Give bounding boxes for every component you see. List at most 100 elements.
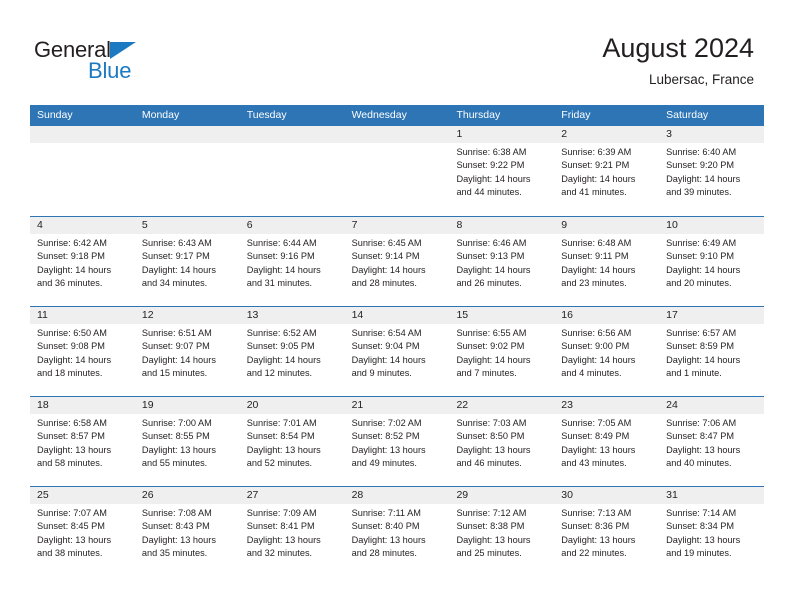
calendar-day-cell[interactable]: 9 Sunrise: 6:48 AM Sunset: 9:11 PM Daylight…	[554, 217, 660, 306]
calendar-week-row: 11 Sunrise: 6:50 AM Sunset: 9:08 PM Dayligh…	[30, 306, 765, 396]
sunrise-text: Sunrise: 6:43 AM	[141, 238, 212, 248]
daylight-text: Daylight: 14 hours and 18 minutes.	[37, 354, 112, 379]
calendar-day-cell[interactable]: 24 Sunrise: 7:06 AM Sunset: 8:47 PM Dayligh…	[659, 397, 765, 486]
calendar-day-cell[interactable]: 18 Sunrise: 6:58 AM Sunset: 8:57 PM Dayligh…	[30, 397, 135, 486]
day-sun-info: Sunrise: 7:11 AM Sunset: 8:40 PM Daylight:…	[345, 504, 450, 561]
calendar-day-cell[interactable]: 7 Sunrise: 6:45 AM Sunset: 9:14 PM Daylight…	[344, 217, 450, 306]
calendar-day-cell[interactable]: 2 Sunrise: 6:39 AM Sunset: 9:21 PM Daylight…	[554, 126, 660, 216]
day-sun-info: Sunrise: 6:40 AM Sunset: 9:20 PM Daylight:…	[659, 143, 764, 200]
daylight-text: Daylight: 13 hours and 40 minutes.	[666, 444, 741, 469]
sunrise-text: Sunrise: 6:46 AM	[456, 238, 527, 248]
sunset-text: Sunset: 9:22 PM	[456, 160, 525, 171]
day-number: 16	[554, 307, 660, 324]
sunset-text: Sunset: 9:10 PM	[666, 251, 735, 262]
sunset-text: Sunset: 8:49 PM	[561, 431, 630, 442]
day-number: 1	[449, 126, 555, 143]
weekday-header-saturday: Saturday	[666, 109, 709, 121]
calendar-day-cell[interactable]: 14 Sunrise: 6:54 AM Sunset: 9:04 PM Dayligh…	[344, 307, 450, 396]
logo-text-blue: Blue	[88, 58, 132, 83]
daylight-text: Daylight: 14 hours and 34 minutes.	[141, 264, 216, 289]
day-number: 17	[659, 307, 765, 324]
day-sun-info: Sunrise: 6:57 AM Sunset: 8:59 PM Daylight:…	[659, 324, 764, 381]
calendar-day-cell[interactable]: 12 Sunrise: 6:51 AM Sunset: 9:07 PM Dayligh…	[134, 307, 240, 396]
calendar-week-row: 1 Sunrise: 6:38 AM Sunset: 9:22 PM Daylight…	[30, 126, 765, 216]
calendar-day-cell[interactable]: 17 Sunrise: 6:57 AM Sunset: 8:59 PM Dayligh…	[659, 307, 765, 396]
calendar-day-cell[interactable]: 13 Sunrise: 6:52 AM Sunset: 9:05 PM Dayligh…	[239, 307, 345, 396]
daylight-text: Daylight: 13 hours and 52 minutes.	[246, 444, 321, 469]
calendar-day-cell[interactable]: 15 Sunrise: 6:55 AM Sunset: 9:02 PM Dayligh…	[449, 307, 555, 396]
calendar-day-cell[interactable]: 22 Sunrise: 7:03 AM Sunset: 8:50 PM Dayligh…	[449, 397, 555, 486]
calendar-day-cell[interactable]: 16 Sunrise: 6:56 AM Sunset: 9:00 PM Dayligh…	[554, 307, 660, 396]
sunset-text: Sunset: 9:04 PM	[351, 341, 420, 352]
day-number: 2	[554, 126, 660, 143]
sunset-text: Sunset: 8:43 PM	[141, 521, 210, 532]
day-sun-info: Sunrise: 6:48 AM Sunset: 9:11 PM Daylight:…	[554, 234, 659, 291]
daylight-text: Daylight: 14 hours and 15 minutes.	[141, 354, 216, 379]
calendar-day-cell[interactable]: 28 Sunrise: 7:11 AM Sunset: 8:40 PM Dayligh…	[344, 487, 450, 576]
calendar-day-cell[interactable]: 6 Sunrise: 6:44 AM Sunset: 9:16 PM Daylight…	[239, 217, 345, 306]
sunrise-text: Sunrise: 6:44 AM	[246, 238, 317, 248]
calendar-day-cell[interactable]: 19 Sunrise: 7:00 AM Sunset: 8:55 PM Dayligh…	[134, 397, 240, 486]
calendar-week-row: 18 Sunrise: 6:58 AM Sunset: 8:57 PM Dayligh…	[30, 396, 765, 486]
sunset-text: Sunset: 8:50 PM	[456, 431, 525, 442]
sunrise-text: Sunrise: 7:08 AM	[141, 508, 212, 518]
day-sun-info: Sunrise: 6:46 AM Sunset: 9:13 PM Daylight:…	[449, 234, 554, 291]
weekday-header-monday: Monday	[141, 109, 180, 121]
day-number	[239, 126, 345, 143]
calendar-day-cell[interactable]: 1 Sunrise: 6:38 AM Sunset: 9:22 PM Daylight…	[449, 126, 555, 216]
sunrise-text: Sunrise: 6:50 AM	[37, 328, 107, 338]
calendar-day-cell[interactable]: 21 Sunrise: 7:02 AM Sunset: 8:52 PM Dayligh…	[344, 397, 450, 486]
sunrise-text: Sunrise: 6:52 AM	[246, 328, 317, 338]
sunrise-text: Sunrise: 6:38 AM	[456, 147, 527, 157]
day-sun-info: Sunrise: 6:39 AM Sunset: 9:21 PM Daylight:…	[554, 143, 659, 200]
sunset-text: Sunset: 9:08 PM	[37, 341, 105, 352]
general-blue-logo[interactable]: General Blue	[34, 38, 184, 90]
calendar-day-cell[interactable]: 20 Sunrise: 7:01 AM Sunset: 8:54 PM Dayligh…	[239, 397, 345, 486]
sunrise-text: Sunrise: 7:06 AM	[666, 418, 737, 428]
sunrise-text: Sunrise: 7:11 AM	[351, 508, 421, 518]
title-block: August 2024 Lubersac, France	[602, 32, 754, 90]
daylight-text: Daylight: 14 hours and 39 minutes.	[666, 173, 741, 198]
calendar-day-cell[interactable]: 25 Sunrise: 7:07 AM Sunset: 8:45 PM Dayligh…	[30, 487, 135, 576]
calendar-day-cell[interactable]: 10 Sunrise: 6:49 AM Sunset: 9:10 PM Dayligh…	[659, 217, 765, 306]
calendar-day-cell[interactable]: 11 Sunrise: 6:50 AM Sunset: 9:08 PM Dayligh…	[30, 307, 135, 396]
daylight-text: Daylight: 14 hours and 1 minute.	[666, 354, 741, 379]
weekday-header-friday: Friday	[561, 109, 591, 121]
daylight-text: Daylight: 13 hours and 25 minutes.	[456, 534, 531, 559]
calendar-day-cell[interactable]: 31 Sunrise: 7:14 AM Sunset: 8:34 PM Dayligh…	[659, 487, 765, 576]
day-sun-info: Sunrise: 7:14 AM Sunset: 8:34 PM Daylight:…	[659, 504, 764, 561]
day-number: 8	[449, 217, 555, 234]
calendar-day-cell[interactable]: 5 Sunrise: 6:43 AM Sunset: 9:17 PM Daylight…	[134, 217, 240, 306]
calendar-day-cell[interactable]: 29 Sunrise: 7:12 AM Sunset: 8:38 PM Dayligh…	[449, 487, 555, 576]
sunset-text: Sunset: 8:40 PM	[351, 521, 420, 532]
calendar-day-cell[interactable]: 30 Sunrise: 7:13 AM Sunset: 8:36 PM Dayligh…	[554, 487, 660, 576]
day-sun-info: Sunrise: 6:54 AM Sunset: 9:04 PM Daylight:…	[345, 324, 450, 381]
daylight-text: Daylight: 13 hours and 32 minutes.	[246, 534, 321, 559]
daylight-text: Daylight: 13 hours and 38 minutes.	[37, 534, 112, 559]
calendar-day-cell-empty	[344, 126, 450, 216]
calendar-page: General Blue August 2024 Lubersac, Franc…	[0, 0, 792, 612]
daylight-text: Daylight: 14 hours and 12 minutes.	[246, 354, 321, 379]
day-sun-info: Sunrise: 6:44 AM Sunset: 9:16 PM Daylight:…	[240, 234, 345, 291]
day-number: 18	[30, 397, 135, 414]
calendar-day-cell[interactable]: 3 Sunrise: 6:40 AM Sunset: 9:20 PM Daylight…	[659, 126, 765, 216]
weekday-header-thursday: Thursday	[456, 109, 501, 121]
calendar-day-cell-empty	[239, 126, 345, 216]
day-sun-info: Sunrise: 6:45 AM Sunset: 9:14 PM Daylight:…	[345, 234, 450, 291]
daylight-text: Daylight: 14 hours and 28 minutes.	[351, 264, 426, 289]
sunrise-text: Sunrise: 6:42 AM	[37, 238, 107, 248]
daylight-text: Daylight: 14 hours and 23 minutes.	[561, 264, 636, 289]
sunrise-text: Sunrise: 7:02 AM	[351, 418, 422, 428]
sunset-text: Sunset: 9:18 PM	[37, 251, 105, 262]
sunset-text: Sunset: 8:52 PM	[351, 431, 420, 442]
calendar-day-cell[interactable]: 23 Sunrise: 7:05 AM Sunset: 8:49 PM Dayligh…	[554, 397, 660, 486]
day-number: 3	[659, 126, 765, 143]
sunset-text: Sunset: 9:02 PM	[456, 341, 525, 352]
sunrise-text: Sunrise: 7:00 AM	[141, 418, 212, 428]
day-number: 4	[30, 217, 135, 234]
calendar-day-cell[interactable]: 26 Sunrise: 7:08 AM Sunset: 8:43 PM Dayligh…	[134, 487, 240, 576]
calendar-day-cell[interactable]: 8 Sunrise: 6:46 AM Sunset: 9:13 PM Daylight…	[449, 217, 555, 306]
calendar-day-cell[interactable]: 4 Sunrise: 6:42 AM Sunset: 9:18 PM Daylight…	[30, 217, 135, 306]
calendar-day-cell[interactable]: 27 Sunrise: 7:09 AM Sunset: 8:41 PM Dayligh…	[239, 487, 345, 576]
sunset-text: Sunset: 9:05 PM	[246, 341, 315, 352]
